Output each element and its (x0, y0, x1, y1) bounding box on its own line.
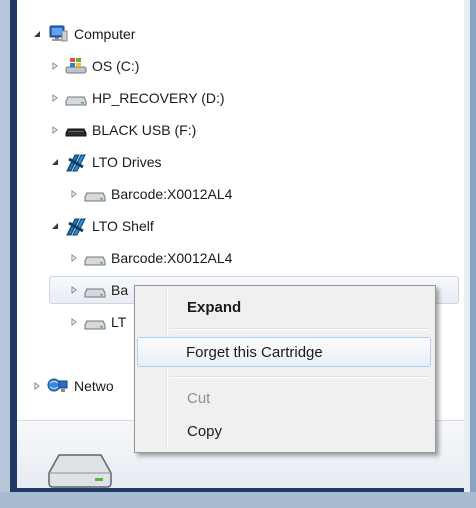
menu-item-cut[interactable]: Cut (137, 383, 431, 413)
tree-item-label: Barcode:X0012AL4 (111, 186, 233, 202)
drive-icon (84, 249, 106, 267)
tree-item-os-c[interactable]: OS (C:) (49, 54, 139, 78)
menu-item-label: Expand (187, 298, 242, 316)
drive-icon (84, 185, 106, 203)
menu-item-label: Copy (187, 422, 223, 440)
tree-item-shelf-cartridge-1[interactable]: Barcode:X0012AL4 (68, 246, 232, 270)
tree-item-lto-drive-cartridge[interactable]: Barcode:X0012AL4 (68, 182, 232, 206)
lto-icon (65, 217, 87, 236)
tree-item-label: LT (111, 314, 127, 330)
usb-drive-icon (65, 121, 87, 139)
collapse-arrow-icon[interactable] (49, 220, 61, 232)
expand-arrow-icon[interactable] (49, 124, 61, 136)
menu-separator (170, 376, 429, 378)
computer-icon (47, 25, 69, 43)
tree-item-computer[interactable]: Computer (31, 22, 135, 46)
tree-item-label: Ba (111, 282, 129, 298)
expand-arrow-icon[interactable] (68, 284, 80, 296)
network-icon (47, 377, 69, 395)
tree-item-label: Netwo (74, 378, 114, 394)
expand-arrow-icon[interactable] (68, 316, 80, 328)
tree-item-hp-recovery[interactable]: HP_RECOVERY (D:) (49, 86, 225, 110)
tree-item-label: BLACK USB (F:) (92, 122, 197, 138)
tree-item-label: Barcode:X0012AL4 (111, 250, 233, 266)
tree-item-network[interactable]: Netwo (31, 374, 114, 398)
tree-item-label: LTO Shelf (92, 218, 154, 234)
window-frame-left-inner (10, 0, 17, 508)
expand-arrow-icon[interactable] (31, 380, 43, 392)
drive-icon (84, 281, 106, 299)
lto-icon (65, 153, 87, 172)
window-frame-right (470, 0, 476, 508)
menu-item-label: Cut (187, 389, 211, 407)
windows-drive-icon (65, 57, 87, 75)
menu-item-forget-cartridge[interactable]: Forget this Cartridge (137, 337, 431, 367)
expand-arrow-icon[interactable] (49, 60, 61, 72)
expand-arrow-icon[interactable] (68, 188, 80, 200)
tree-item-label: LTO Drives (92, 154, 162, 170)
menu-item-copy[interactable]: Copy (137, 416, 431, 446)
expand-arrow-icon[interactable] (49, 92, 61, 104)
menu-item-label: Forget this Cartridge (186, 343, 323, 361)
collapse-arrow-icon[interactable] (49, 156, 61, 168)
menu-separator (170, 328, 429, 330)
drive-icon (65, 89, 87, 107)
window-frame-bottom (0, 492, 476, 508)
tree-item-label: Computer (74, 26, 136, 42)
drive-icon (84, 313, 106, 331)
tree-item-lto-drives[interactable]: LTO Drives (49, 150, 162, 174)
expand-arrow-icon[interactable] (68, 252, 80, 264)
tree-item-label: HP_RECOVERY (D:) (92, 90, 225, 106)
tree-item-label: OS (C:) (92, 58, 140, 74)
collapse-arrow-icon[interactable] (31, 28, 43, 40)
window-frame-left (0, 0, 10, 508)
tree-item-lto-shelf[interactable]: LTO Shelf (49, 214, 154, 238)
menu-item-expand[interactable]: Expand (137, 292, 431, 322)
tree-item-shelf-cartridge-3[interactable]: LT (68, 310, 126, 334)
vertical-scrollbar[interactable] (463, 0, 470, 508)
context-menu: Expand Forget this Cartridge Cut Copy (134, 285, 436, 453)
tree-item-black-usb[interactable]: BLACK USB (F:) (49, 118, 196, 142)
